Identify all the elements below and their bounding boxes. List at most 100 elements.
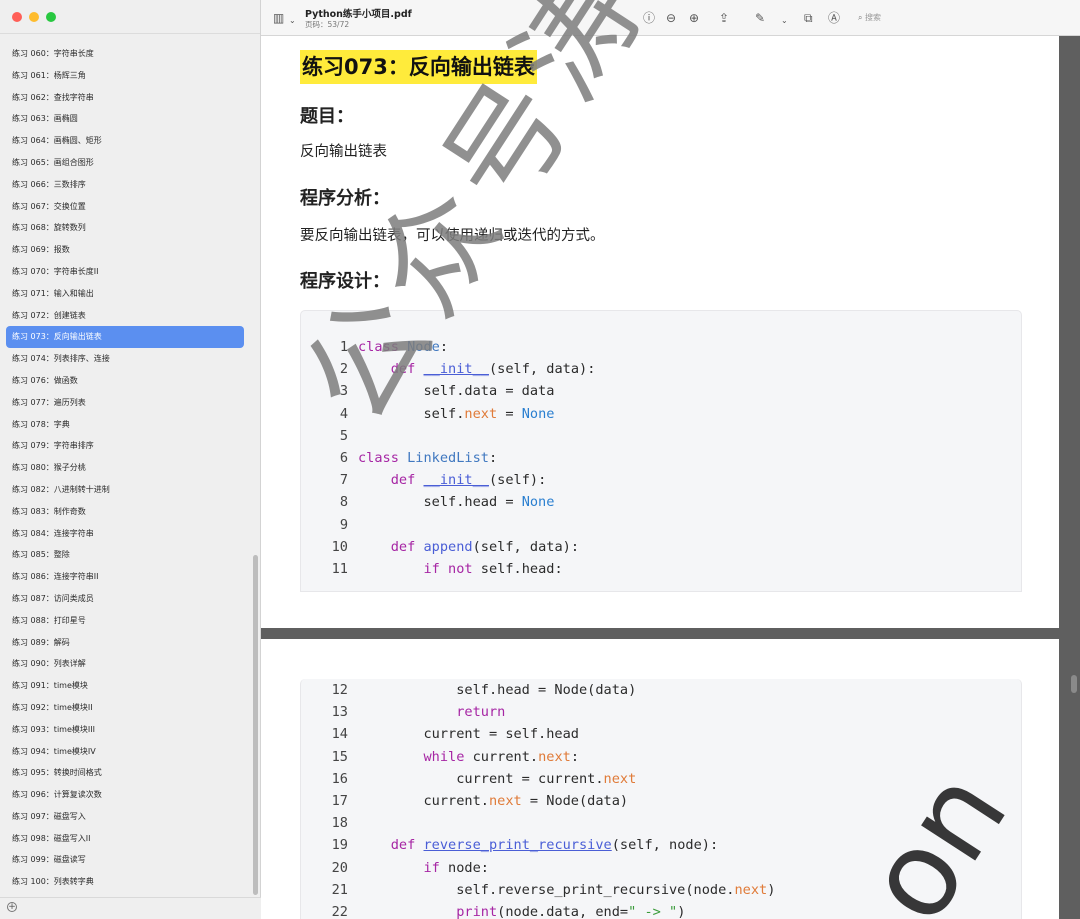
outline-item[interactable]: 练习 095：转换时间格式 [6, 762, 244, 784]
outline-item[interactable]: 练习 087：访问类成员 [6, 588, 244, 610]
outline-item[interactable]: 练习 092：time模块II [6, 697, 244, 719]
outline-item[interactable]: 练习 097：磁盘写入 [6, 806, 244, 828]
line-number: 14 [331, 726, 348, 743]
outline-item[interactable]: 练习 088：打印星号 [6, 610, 244, 632]
info-icon[interactable]: ⓘ [643, 10, 655, 26]
code-line: 3 self.data = data [301, 380, 555, 402]
line-number: 21 [331, 881, 348, 898]
outline-item[interactable]: 练习 065：画组合图形 [6, 152, 244, 174]
line-number: 11 [331, 561, 348, 577]
code-text: current = current.next [358, 770, 637, 787]
sidebar-toggle-icon[interactable]: ▥ [273, 10, 284, 26]
outline-item[interactable]: 练习 093：time模块III [6, 719, 244, 741]
page-indicator: 页码：53/72 [305, 20, 350, 29]
zoom-out-icon[interactable]: ⊖ [666, 10, 676, 26]
outline-item[interactable]: 练习 064：画椭圆、矩形 [6, 130, 244, 152]
code-line: 9 [301, 514, 358, 536]
outline-item[interactable]: 练习 063：画椭圆 [6, 108, 244, 130]
annotate-icon[interactable]: Ⓐ [828, 10, 840, 26]
outline-item[interactable]: 练习 098：磁盘写入II [6, 828, 244, 850]
outline-item[interactable]: 练习 074：列表排序、连接 [6, 348, 244, 370]
outline-item[interactable]: 练习 080：猴子分桃 [6, 457, 244, 479]
outline-item[interactable]: 练习 067：交换位置 [6, 196, 244, 218]
code-text: self.next = None [358, 405, 555, 422]
code-text: current = self.head [358, 726, 579, 743]
markup-pen-icon[interactable]: ✎ [755, 10, 765, 26]
outline-item[interactable]: 练习 082：八进制转十进制 [6, 479, 244, 501]
line-number: 17 [331, 793, 348, 809]
outline-item[interactable]: 练习 073：反向输出链表 [6, 326, 244, 349]
outline-item[interactable]: 练习 069：报数 [6, 239, 244, 261]
analysis-text: 要反向输出链表，可以使用递归或迭代的方式。 [300, 228, 605, 244]
outline-item[interactable]: 练习 083：制作奇数 [6, 501, 244, 523]
rotate-icon[interactable]: ⧉ [804, 10, 813, 26]
outline-list: 练习 060：字符串长度 练习 061：杨辉三角 练习 062：查找字符串 练习 06… [6, 43, 244, 893]
pdf-page: 12 self.head = Node(data) 13 return 14 cur… [261, 639, 1059, 919]
code-text: self.head = Node(data) [358, 682, 637, 698]
zoom-in-icon[interactable]: ⊕ [689, 10, 699, 26]
outline-item[interactable]: 练习 070：字符串长度II [6, 261, 244, 283]
outline-item[interactable]: 练习 084：连接字符串 [6, 523, 244, 545]
share-icon[interactable]: ⇪ [719, 10, 729, 26]
markup-menu-chevron-icon[interactable]: ⌄ [781, 13, 788, 29]
code-line: 22 print(node.data, end=" -> ") [301, 901, 686, 919]
code-text: class Node: [358, 339, 449, 355]
outline-item[interactable]: 练习 086：连接字符串II [6, 566, 244, 588]
line-number: 7 [339, 472, 348, 489]
code-line: 5 [301, 425, 358, 447]
analysis-heading: 程序分析： [300, 188, 390, 209]
code-line: 19 def reverse_print_recursive(self, nod… [301, 834, 719, 856]
code-block: 1 class Node: 2 def __init__(self, data): 3… [300, 310, 1022, 592]
outline-item[interactable]: 练习 100：列表转字典 [6, 871, 244, 893]
outline-item[interactable]: 练习 091：time模块 [6, 675, 244, 697]
minimize-window-button[interactable] [29, 12, 39, 22]
line-number: 8 [339, 494, 348, 511]
zoom-window-button[interactable] [46, 12, 56, 22]
outline-item[interactable]: 练习 077：遍历列表 [6, 392, 244, 414]
outline-item[interactable]: 练习 060：字符串长度 [6, 43, 244, 65]
document-title: Python练手小项目.pdf [305, 9, 412, 20]
outline-item[interactable]: 练习 096：计算复读次数 [6, 784, 244, 806]
add-icon[interactable]: + [7, 902, 17, 912]
outline-item[interactable]: 练习 062：查找字符串 [6, 87, 244, 109]
chevron-down-icon[interactable]: ⌄ [289, 13, 296, 29]
code-text: return [456, 704, 506, 721]
code-line: 15 while current.next: [301, 746, 579, 768]
code-line: 18 [301, 812, 358, 834]
line-number: 5 [339, 427, 348, 444]
outline-item[interactable]: 练习 061：杨辉三角 [6, 65, 244, 87]
outline-item[interactable]: 练习 079：字符串排序 [6, 435, 244, 457]
outline-item[interactable]: 练习 066：三数排序 [6, 174, 244, 196]
exercise-title: 练习073：反向输出链表 [300, 50, 537, 84]
search-field[interactable]: ⌕ 搜索 [854, 9, 1074, 27]
code-line: 10 def append(self, data): [301, 536, 579, 558]
code-text: if node: [423, 859, 489, 876]
code-text: def reverse_print_recursive(self, node): [390, 837, 719, 854]
line-number: 16 [331, 770, 348, 787]
document-scrollbar[interactable] [1071, 675, 1077, 693]
code-line: 20 if node: [301, 857, 489, 879]
line-number: 15 [331, 748, 348, 765]
outline-item[interactable]: 练习 072：创建链表 [6, 305, 244, 327]
code-text: def __init__(self, data): [390, 361, 596, 378]
close-window-button[interactable] [12, 12, 22, 22]
outline-item[interactable]: 练习 071：输入和输出 [6, 283, 244, 305]
outline-item[interactable]: 练习 068：旋转数列 [6, 217, 244, 239]
line-number: 13 [331, 704, 348, 721]
code-line: 6 class LinkedList: [301, 447, 497, 469]
sidebar-footer: + [0, 897, 261, 919]
outline-item[interactable]: 练习 099：磁盘读写 [6, 849, 244, 871]
code-text: while current.next: [423, 748, 580, 765]
outline-item[interactable]: 练习 076：做函数 [6, 370, 244, 392]
line-number: 18 [331, 815, 348, 832]
outline-item[interactable]: 练习 078：字典 [6, 414, 244, 436]
search-icon: ⌕ [858, 13, 866, 22]
outline-item[interactable]: 练习 094：time模块IV [6, 741, 244, 763]
line-number: 2 [339, 361, 348, 378]
outline-item[interactable]: 练习 090：列表详解 [6, 653, 244, 675]
line-number: 4 [339, 405, 348, 422]
outline-item[interactable]: 练习 085：整除 [6, 544, 244, 566]
topic-text: 反向输出链表 [300, 144, 387, 160]
outline-item[interactable]: 练习 089：解码 [6, 632, 244, 654]
sidebar-scrollbar[interactable] [253, 555, 258, 895]
